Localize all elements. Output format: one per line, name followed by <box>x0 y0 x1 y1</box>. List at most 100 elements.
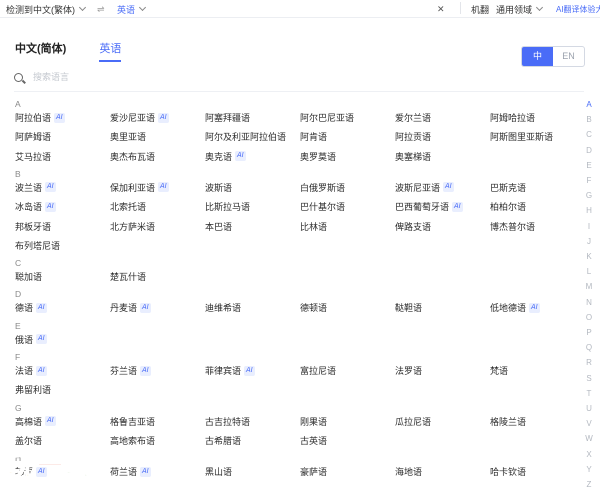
language-item[interactable]: 阿斯图里亚斯语 <box>490 130 553 143</box>
index-letter[interactable]: G <box>582 191 596 200</box>
index-letter[interactable]: Q <box>582 343 596 352</box>
search-input[interactable] <box>33 72 183 82</box>
language-item[interactable]: 法语 AI <box>15 364 47 377</box>
language-item[interactable]: 冰岛语 AI <box>15 200 56 213</box>
language-item[interactable]: 比斯拉马语 <box>205 200 250 213</box>
swap-languages-icon[interactable]: ⇌ <box>97 2 105 16</box>
index-letter[interactable]: C <box>582 130 596 139</box>
language-item[interactable]: 弗留利语 <box>15 383 51 396</box>
ai-translation-link[interactable]: AI翻译体验大 <box>556 2 600 16</box>
language-item[interactable]: 阿拉贡语 <box>395 130 431 143</box>
language-item[interactable]: 波斯语 <box>205 181 232 194</box>
index-letter[interactable]: W <box>582 434 596 443</box>
index-letter[interactable]: B <box>582 115 596 124</box>
language-item[interactable]: 瓜拉尼语 <box>395 415 431 428</box>
language-item[interactable]: 低地德语 AI <box>490 301 540 314</box>
language-item[interactable]: 北索托语 <box>110 200 146 213</box>
language-item[interactable]: 阿尔及利亚阿拉伯语 <box>205 130 286 143</box>
language-item[interactable]: 德语 AI <box>15 301 47 314</box>
language-item[interactable]: 高地索布语 <box>110 434 155 447</box>
language-item[interactable]: 丹麦语 AI <box>110 301 151 314</box>
language-item[interactable]: 巴斯克语 <box>490 181 526 194</box>
language-item[interactable]: 波斯尼亚语 AI <box>395 181 454 194</box>
language-item[interactable]: 保加利亚语 AI <box>110 181 169 194</box>
language-item[interactable]: 布列塔尼语 <box>15 239 60 252</box>
language-item[interactable]: 柏柏尔语 <box>490 200 526 213</box>
language-item[interactable]: 白俄罗斯语 <box>300 181 345 194</box>
index-letter[interactable]: F <box>582 176 596 185</box>
language-item[interactable]: 芬兰语 AI <box>110 364 151 377</box>
language-item[interactable]: 艾马拉语 <box>15 150 51 163</box>
language-item[interactable]: 楚瓦什语 <box>110 270 146 283</box>
language-item[interactable]: 奥克语 AI <box>205 150 246 163</box>
domain-select[interactable]: 通用领域 <box>496 2 544 16</box>
index-letter[interactable]: E <box>582 161 596 170</box>
language-item[interactable]: 海地语 <box>395 465 422 478</box>
language-item[interactable]: 阿尔巴尼亚语 <box>300 111 354 124</box>
language-item[interactable]: 阿萨姆语 <box>15 130 51 143</box>
source-language-select[interactable]: 检测到中文(繁体) <box>6 2 87 16</box>
language-item[interactable]: 阿塞拜疆语 <box>205 111 250 124</box>
language-item[interactable]: 阿拉伯语 AI <box>15 111 65 124</box>
tab-english[interactable]: 英语 <box>99 40 122 62</box>
language-item[interactable]: 俾路支语 <box>395 220 431 233</box>
language-item[interactable]: 迪维希语 <box>205 301 241 314</box>
language-item[interactable]: 奥杰布瓦语 <box>110 150 155 163</box>
language-item[interactable]: 巴西葡萄牙语 AI <box>395 200 463 213</box>
index-letter[interactable]: D <box>582 146 596 155</box>
index-letter[interactable]: A <box>582 100 596 109</box>
language-item[interactable]: 奥里亚语 <box>110 130 146 143</box>
language-item[interactable]: 古希腊语 <box>205 434 241 447</box>
index-letter[interactable]: O <box>582 313 596 322</box>
language-item[interactable]: 德顿语 <box>300 301 327 314</box>
language-item[interactable]: 奥罗莫语 <box>300 150 336 163</box>
language-item[interactable]: 高棉语 AI <box>15 415 56 428</box>
language-item[interactable]: 古英语 <box>300 434 327 447</box>
language-item[interactable]: 盖尔语 <box>15 434 42 447</box>
toggle-english[interactable]: EN <box>553 47 584 66</box>
language-item[interactable]: 荷兰语 AI <box>110 465 151 478</box>
language-item[interactable]: 菲律宾语 AI <box>205 364 255 377</box>
language-item[interactable]: 爱尔兰语 <box>395 111 431 124</box>
index-letter[interactable]: Y <box>582 465 596 474</box>
index-letter[interactable]: X <box>582 450 596 459</box>
index-letter[interactable]: Z <box>582 480 596 488</box>
index-letter[interactable]: P <box>582 328 596 337</box>
language-item[interactable]: 阿姆哈拉语 <box>490 111 535 124</box>
language-item[interactable]: 奥塞梯语 <box>395 150 431 163</box>
language-item[interactable]: 博杰普尔语 <box>490 220 535 233</box>
language-item[interactable]: 俄语 AI <box>15 333 47 346</box>
language-item[interactable]: 波兰语 AI <box>15 181 56 194</box>
index-letter[interactable]: H <box>582 206 596 215</box>
language-item[interactable]: 邦板牙语 <box>15 220 51 233</box>
index-letter[interactable]: S <box>582 374 596 383</box>
index-letter[interactable]: L <box>582 267 596 276</box>
index-letter[interactable]: M <box>582 282 596 291</box>
index-letter[interactable]: J <box>582 237 596 246</box>
tab-chinese-simplified[interactable]: 中文(简体) <box>15 40 66 62</box>
language-item[interactable]: 富拉尼语 <box>300 364 336 377</box>
language-item[interactable]: 古吉拉特语 <box>205 415 250 428</box>
language-item[interactable]: 豪萨语 <box>300 465 327 478</box>
index-letter[interactable]: V <box>582 419 596 428</box>
language-item[interactable]: 法罗语 <box>395 364 422 377</box>
target-language-select[interactable]: 英语 <box>117 2 147 16</box>
toggle-chinese[interactable]: 中 <box>522 47 553 66</box>
language-item[interactable]: 格陵兰语 <box>490 415 526 428</box>
close-icon[interactable]: ✕ <box>437 2 445 16</box>
index-letter[interactable]: R <box>582 358 596 367</box>
index-letter[interactable]: T <box>582 389 596 398</box>
language-item[interactable]: 聪加语 <box>15 270 42 283</box>
language-item[interactable]: 格鲁吉亚语 <box>110 415 155 428</box>
index-letter[interactable]: U <box>582 404 596 413</box>
language-item[interactable]: 比林语 <box>300 220 327 233</box>
language-item[interactable]: 本巴语 <box>205 220 232 233</box>
index-letter[interactable]: K <box>582 252 596 261</box>
language-item[interactable]: 刚果语 <box>300 415 327 428</box>
language-item[interactable]: 黑山语 <box>205 465 232 478</box>
language-item[interactable]: 爱沙尼亚语 AI <box>110 111 169 124</box>
language-item[interactable]: 哈卡钦语 <box>490 465 526 478</box>
language-item[interactable]: 北方萨米语 <box>110 220 155 233</box>
language-item[interactable]: 巴什基尔语 <box>300 200 345 213</box>
index-letter[interactable]: I <box>582 222 596 231</box>
